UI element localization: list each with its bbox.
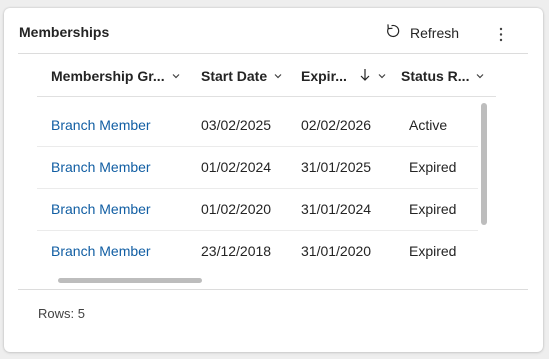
chevron-down-icon bbox=[371, 68, 387, 84]
membership-group-link[interactable]: Branch Member bbox=[51, 201, 151, 217]
start-date-cell: 01/02/2024 bbox=[201, 159, 272, 175]
status-cell: Expired bbox=[409, 159, 457, 175]
start-date-cell: 01/02/2020 bbox=[201, 201, 272, 217]
refresh-button[interactable]: Refresh bbox=[385, 22, 459, 44]
status-cell: Expired bbox=[409, 243, 457, 259]
expiry-date-cell: 31/01/2025 bbox=[301, 159, 372, 175]
status-cell: Active bbox=[409, 117, 448, 133]
chevron-down-icon bbox=[165, 68, 181, 84]
memberships-grid: Membership Gr... Start Date Expir... Sta… bbox=[37, 54, 496, 284]
more-vertical-icon bbox=[492, 27, 510, 48]
column-header-start-date[interactable]: Start Date bbox=[201, 67, 283, 85]
table-row[interactable]: Branch Member 01/02/2024 31/01/2025 Expi… bbox=[37, 147, 478, 189]
panel-title: Memberships bbox=[19, 24, 110, 40]
membership-group-link[interactable]: Branch Member bbox=[51, 243, 151, 259]
membership-group-link[interactable]: Branch Member bbox=[51, 117, 151, 133]
more-options-button[interactable] bbox=[492, 24, 510, 44]
table-row[interactable]: Branch Member 23/12/2018 31/01/2020 Expi… bbox=[37, 231, 478, 272]
refresh-label: Refresh bbox=[410, 25, 460, 41]
table-row[interactable]: Branch Member 01/02/2020 31/01/2024 Expi… bbox=[37, 189, 478, 231]
status-cell: Expired bbox=[409, 201, 457, 217]
refresh-icon bbox=[385, 23, 401, 44]
table-row[interactable]: Branch Member 03/02/2025 02/02/2026 Acti… bbox=[37, 105, 478, 147]
sort-descending-arrow-icon bbox=[353, 68, 371, 85]
membership-group-link[interactable]: Branch Member bbox=[51, 159, 151, 175]
rows-count: Rows: 5 bbox=[38, 306, 85, 321]
expiry-date-cell: 02/02/2026 bbox=[301, 117, 372, 133]
column-header-expiry[interactable]: Expir... bbox=[301, 67, 387, 85]
start-date-cell: 23/12/2018 bbox=[201, 243, 272, 259]
horizontal-scrollbar[interactable] bbox=[58, 278, 202, 283]
expiry-date-cell: 31/01/2020 bbox=[301, 243, 372, 259]
grid-header-row: Membership Gr... Start Date Expir... Sta… bbox=[37, 54, 496, 97]
chevron-down-icon bbox=[469, 68, 485, 84]
column-header-membership-group[interactable]: Membership Gr... bbox=[51, 67, 181, 85]
column-header-status-reason[interactable]: Status R... bbox=[401, 67, 485, 85]
chevron-down-icon bbox=[267, 68, 283, 84]
footer-divider bbox=[18, 289, 528, 290]
vertical-scrollbar[interactable] bbox=[481, 103, 487, 225]
expiry-date-cell: 31/01/2024 bbox=[301, 201, 372, 217]
start-date-cell: 03/02/2025 bbox=[201, 117, 272, 133]
